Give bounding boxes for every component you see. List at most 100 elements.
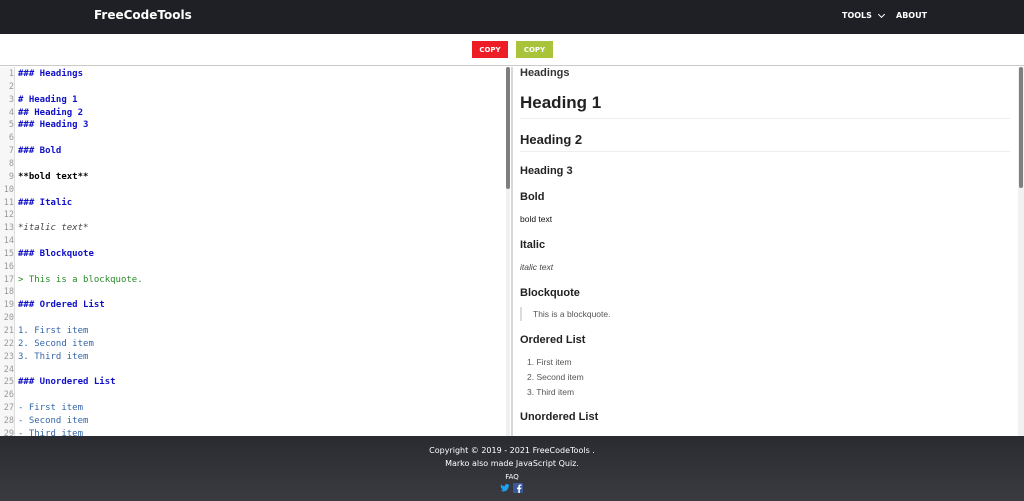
line-number: 12 [3,210,14,221]
editor-line[interactable]: 26 [0,389,506,402]
line-number: 9 [8,171,14,182]
line-number: 2 [8,81,14,92]
footer-credit-link[interactable]: Marko also made JavaScript Quiz. [0,459,1024,468]
preview-h2-rule [520,151,1010,152]
editor-line[interactable]: 10 [0,184,506,197]
facebook-icon[interactable] [513,483,523,493]
preview-scrollbar-thumb[interactable] [1019,67,1023,188]
line-number: 1 [8,69,14,79]
preview-italic-title: Italic [520,239,546,251]
editor-line-text: *italic text* [18,223,89,234]
chevron-down-icon [877,10,885,18]
editor-line[interactable]: 1 ### Headings [0,68,506,81]
copy-html-button[interactable]: COPY [516,41,553,58]
editor-line-text: - First item [18,403,84,414]
editor-line[interactable]: 15 ### Blockquote [0,248,506,261]
editor-line[interactable]: 21 1. First item [0,325,506,338]
line-number: 16 [3,261,14,272]
editor-line-text: ### Unordered List [18,377,116,388]
preview-bold-title: Bold [520,191,545,203]
footer-copyright: Copyright © 2019 - 2021 FreeCodeTools . [429,446,595,455]
editor-line-text: - Second item [18,415,89,426]
editor-line-text: 1. First item [18,326,89,336]
editor-line[interactable]: 28 - Second item [0,415,506,428]
editor-line-text: > This is a blockquote. [18,274,143,285]
editor-line[interactable]: 13 *italic text* [0,222,506,235]
editor-line[interactable]: 24 [0,364,506,377]
preview-bold-text: bold text [520,214,553,224]
editor-line[interactable]: 20 [0,312,506,325]
editor-line-text: **bold text** [18,171,89,182]
preview-ordered-item: 1. First item [527,357,572,367]
editor-line[interactable]: 11 ### Italic [0,197,506,210]
toolbar: COPY COPY [0,34,1024,66]
tools-menu[interactable]: TOOLS [842,10,885,20]
line-number: 24 [3,364,14,375]
line-number: 10 [3,184,14,195]
line-number: 11 [3,197,14,208]
line-number: 27 [3,403,14,414]
markdown-editor[interactable]: 1 ### Headings 2 3 # Heading 1 4 ## Heading 25… [0,67,512,436]
twitter-icon[interactable] [500,483,510,493]
editor-line[interactable]: 29 - Third item [0,428,506,436]
preview-heading-2: Heading 2 [520,132,583,147]
line-number: 3 [8,94,14,105]
editor-line[interactable]: 12 [0,209,506,222]
brand-logo[interactable]: FreeCodeTools [94,8,192,22]
preview-h1-rule [520,118,1010,119]
editor-line-text: ### Ordered List [18,300,105,311]
preview-blockquote-title: Blockquote [520,287,580,299]
editor-line[interactable]: 4 ## Heading 2 [0,107,506,120]
line-number: 21 [3,326,14,336]
preview-ordered-item-text: Second item [536,372,584,382]
editor-line[interactable]: 7 ### Bold [0,145,506,158]
line-number: 29 [3,428,14,436]
editor-line[interactable]: 22 2. Second item [0,338,506,351]
about-link[interactable]: ABOUT [896,11,927,20]
line-number: 19 [3,300,14,311]
editor-line[interactable]: 25 ### Unordered List [0,376,506,389]
copy-markdown-button[interactable]: COPY [472,41,508,58]
editor-line[interactable]: 8 [0,158,506,171]
editor-line[interactable]: 6 [0,132,506,145]
preview-unordered-title: Unordered List [520,411,599,423]
html-preview: Headings Heading 1 Heading 2 Heading 3 B… [513,67,1024,436]
line-number: 28 [3,415,14,426]
editor-scrollbar-thumb[interactable] [506,67,510,189]
editor-line[interactable]: 19 ### Ordered List [0,299,506,312]
line-number: 4 [8,107,14,118]
line-number: 15 [3,248,14,259]
editor-line-text: ### Heading 3 [18,120,89,131]
line-number: 14 [3,236,14,247]
line-number: 26 [3,390,14,401]
editor-line[interactable]: 18 [0,286,506,299]
editor-line[interactable]: 17 > This is a blockquote. [0,274,506,287]
preview-ordered-item-text: First item [536,357,572,367]
line-number: 17 [3,274,14,285]
line-number: 8 [8,158,14,169]
editor-line[interactable]: 23 3. Third item [0,351,506,364]
editor-line-text: 3. Third item [18,351,89,362]
line-number: 6 [8,133,14,144]
editor-line-text: ### Headings [18,69,84,79]
preview-heading-3: Heading 3 [520,165,573,177]
line-number: 23 [3,351,14,362]
preview-ordered-item: 2. Second item [527,372,584,382]
editor-line[interactable]: 14 [0,235,506,248]
preview-italic-text: italic text [520,262,554,272]
editor-line[interactable]: 3 # Heading 1 [0,94,506,107]
editor-line-text: ### Blockquote [18,248,94,259]
editor-line[interactable]: 27 - First item [0,402,506,415]
editor-line[interactable]: 2 [0,81,506,94]
editor-line[interactable]: 9 **bold text** [0,171,506,184]
preview-blockquote-text: This is a blockquote. [533,309,611,319]
footer-social [500,483,523,493]
preview-heading-1: Heading 1 [520,93,602,112]
preview-ordered-item: 3. Third item [527,387,575,397]
editor-line-text: ### Italic [18,197,73,208]
editor-line[interactable]: 5 ### Heading 3 [0,119,506,132]
editor-line[interactable]: 16 [0,261,506,274]
footer-faq-link[interactable]: FAQ [0,473,1024,481]
editor-line-text: ### Bold [18,146,62,157]
editor-line-text: # Heading 1 [18,94,78,105]
